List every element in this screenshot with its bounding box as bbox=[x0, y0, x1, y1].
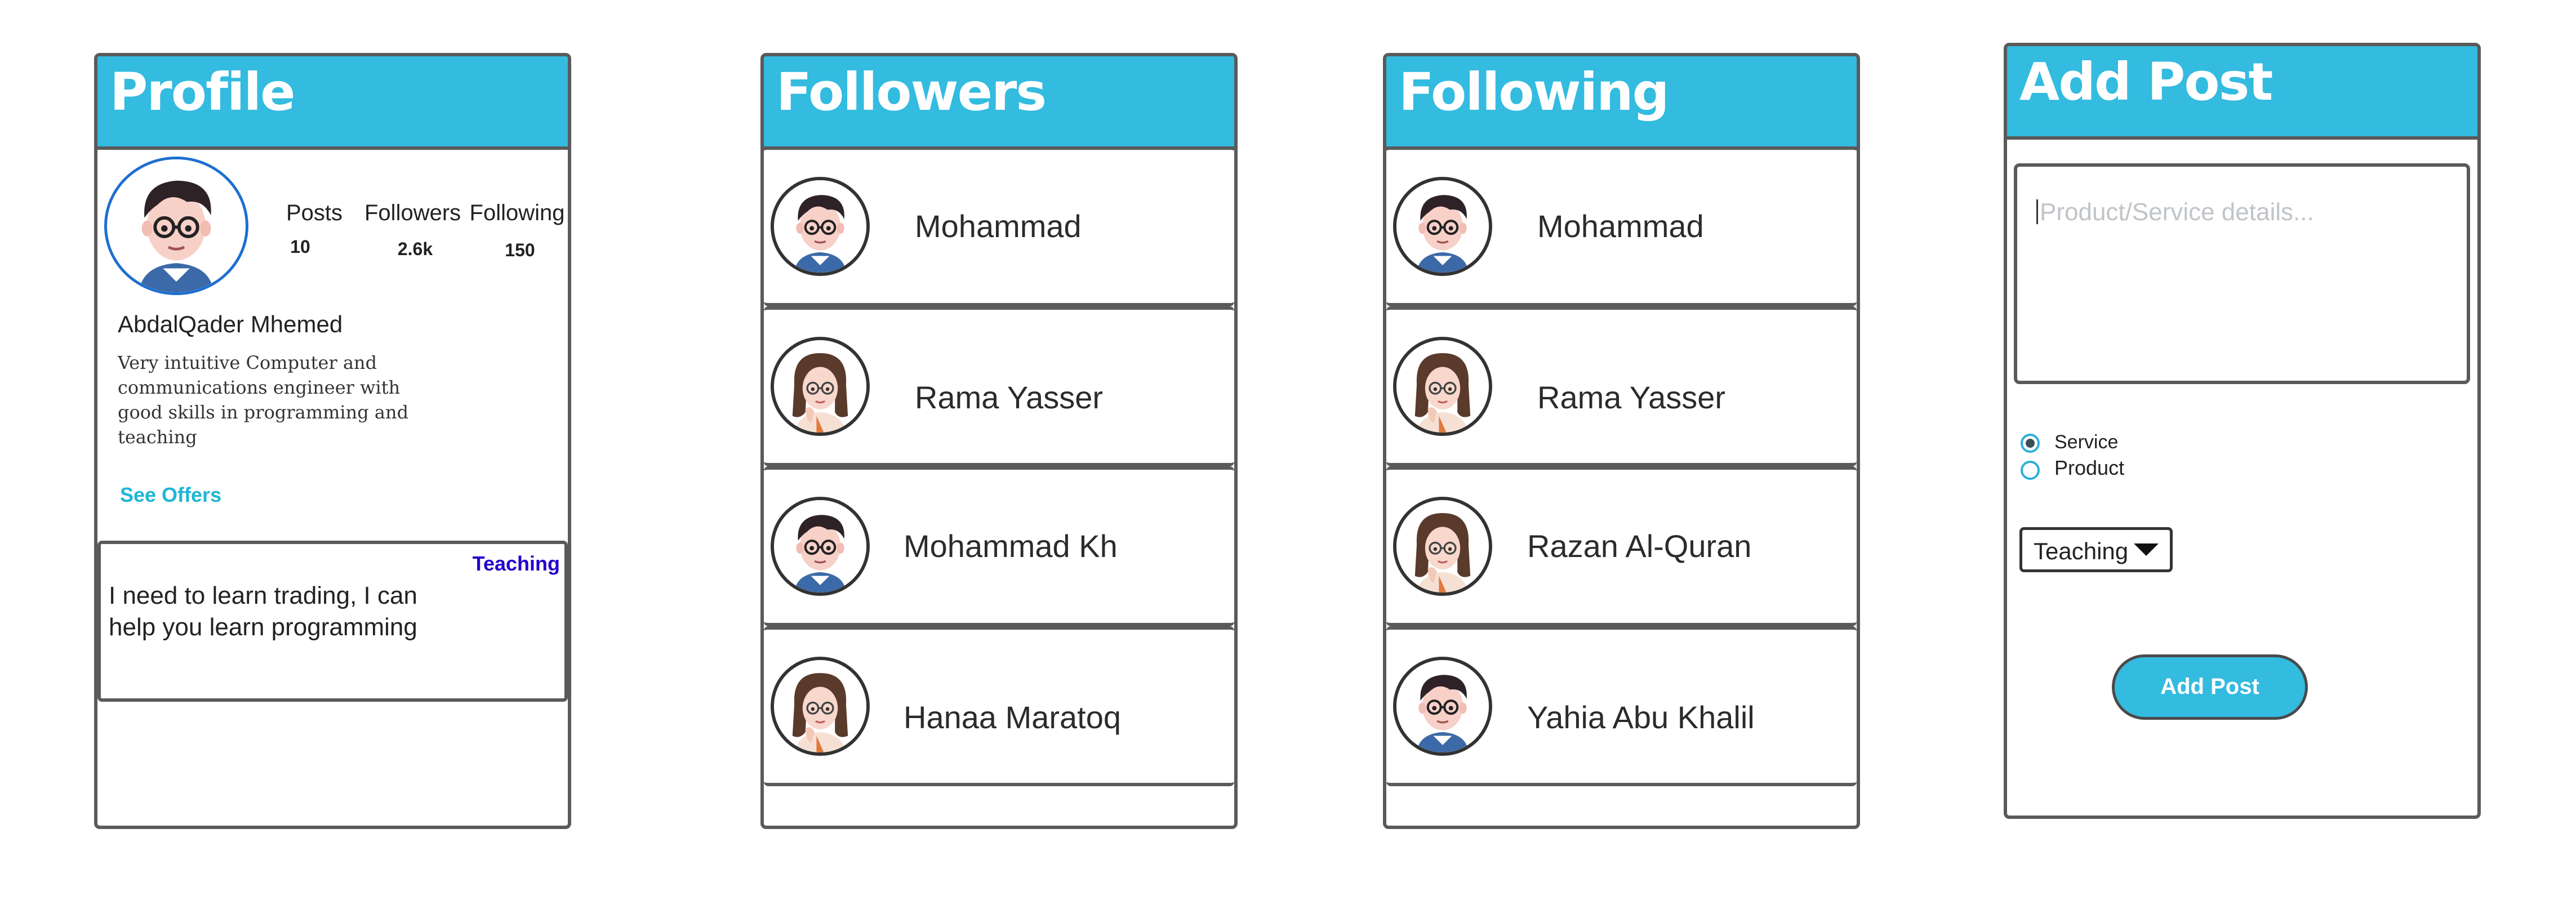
page-title: Add Post bbox=[2019, 52, 2273, 112]
stat-following-value: 150 bbox=[505, 240, 535, 260]
chevron-down-icon bbox=[2134, 543, 2159, 556]
male-avatar-icon bbox=[774, 180, 866, 273]
list-item[interactable]: Yahia Abu Khalil bbox=[1386, 626, 1857, 786]
radio-service[interactable] bbox=[2021, 434, 2040, 453]
female-avatar-icon bbox=[774, 340, 866, 433]
list-item[interactable]: Mohammad Kh bbox=[764, 466, 1234, 626]
following-name: Mohammad bbox=[1537, 208, 1704, 244]
avatar bbox=[1393, 177, 1492, 276]
avatar bbox=[1393, 497, 1492, 596]
profile-screen: Profile Posts 10 Followers 2.6k Followin… bbox=[94, 53, 571, 829]
avatar bbox=[771, 497, 870, 596]
avatar bbox=[771, 657, 870, 756]
details-placeholder: Product/Service details... bbox=[2040, 198, 2314, 226]
text-cursor bbox=[2036, 199, 2038, 224]
category-select-value: Teaching bbox=[2034, 538, 2129, 564]
radio-service-label: Service bbox=[2054, 431, 2119, 453]
list-item[interactable]: Rama Yasser bbox=[1386, 306, 1857, 466]
list-item[interactable]: Rama Yasser bbox=[764, 306, 1234, 466]
radio-product-label: Product bbox=[2054, 456, 2125, 479]
male-avatar-icon bbox=[1396, 660, 1489, 752]
add-post-button-label: Add Post bbox=[2160, 674, 2259, 699]
following-screen: Following Mohammad Rama Yasser Razan Al-… bbox=[1383, 53, 1860, 829]
page-title: Profile bbox=[110, 62, 295, 122]
list-item[interactable]: Mohammad bbox=[1386, 146, 1857, 306]
avatar bbox=[1393, 657, 1492, 756]
avatar bbox=[771, 177, 870, 276]
category-select[interactable]: Teaching bbox=[2019, 527, 2173, 572]
post-card[interactable]: Teaching I need to learn trading, I can … bbox=[97, 541, 568, 702]
profile-header: Profile bbox=[97, 56, 568, 150]
following-name: Rama Yasser bbox=[1537, 380, 1726, 415]
female-avatar-icon bbox=[774, 660, 866, 752]
page-title: Following bbox=[1399, 62, 1669, 122]
followers-header: Followers bbox=[764, 56, 1234, 150]
male-avatar-icon bbox=[107, 159, 246, 292]
profile-bio: Very intuitive Computer and communicatio… bbox=[118, 352, 409, 448]
followers-screen: Followers Mohammad Rama Yasser Mohammad … bbox=[760, 53, 1238, 829]
details-textarea[interactable]: Product/Service details... bbox=[2014, 163, 2470, 384]
page-title: Followers bbox=[776, 62, 1047, 122]
female-avatar-icon bbox=[1396, 500, 1489, 592]
stat-following-label[interactable]: Following bbox=[469, 200, 565, 226]
following-header: Following bbox=[1386, 56, 1857, 150]
following-name: Razan Al-Quran bbox=[1527, 528, 1752, 564]
following-name: Yahia Abu Khalil bbox=[1527, 699, 1755, 735]
follower-name: Rama Yasser bbox=[915, 380, 1104, 415]
see-offers-link[interactable]: See Offers bbox=[120, 483, 221, 507]
stat-followers-label[interactable]: Followers bbox=[364, 200, 461, 226]
add-post-header: Add Post bbox=[2007, 46, 2477, 140]
follower-name: Mohammad Kh bbox=[904, 528, 1118, 564]
list-item[interactable]: Razan Al-Quran bbox=[1386, 466, 1857, 626]
list-item[interactable]: Hanaa Maratoq bbox=[764, 626, 1234, 786]
female-avatar-icon bbox=[1396, 340, 1489, 433]
avatar bbox=[771, 337, 870, 436]
add-post-screen: Add Post Product/Service details... Serv… bbox=[2004, 43, 2481, 819]
male-avatar-icon bbox=[1396, 180, 1489, 273]
post-category-tag[interactable]: Teaching bbox=[473, 552, 560, 576]
radio-product[interactable] bbox=[2021, 461, 2040, 480]
list-item[interactable]: Mohammad bbox=[764, 146, 1234, 306]
stat-posts-value: 10 bbox=[290, 237, 310, 257]
add-post-button[interactable]: Add Post bbox=[2112, 654, 2308, 720]
male-avatar-icon bbox=[774, 500, 866, 592]
avatar bbox=[1393, 337, 1492, 436]
avatar[interactable] bbox=[104, 157, 248, 295]
stat-posts-label: Posts bbox=[286, 200, 343, 225]
profile-name: AbdalQader Mhemed bbox=[118, 311, 343, 337]
stat-followers-value: 2.6k bbox=[397, 239, 433, 259]
follower-name: Mohammad bbox=[915, 208, 1082, 244]
post-text: I need to learn trading, I can help you … bbox=[109, 582, 417, 641]
follower-name: Hanaa Maratoq bbox=[904, 699, 1122, 735]
